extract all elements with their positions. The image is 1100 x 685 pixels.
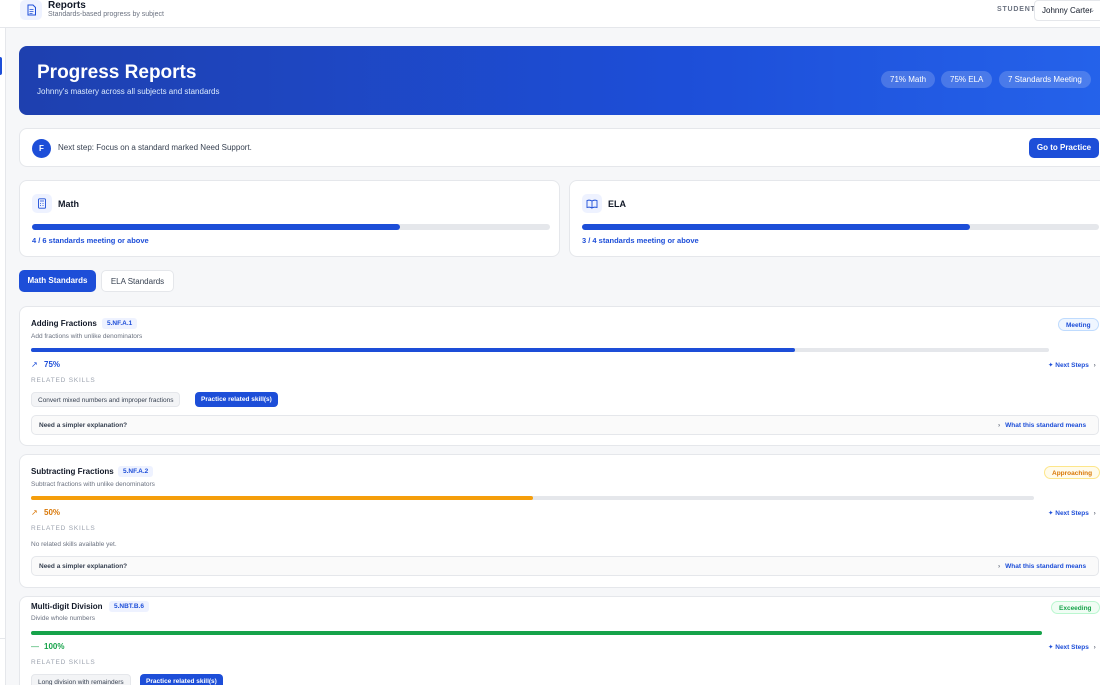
standard-progress-fill bbox=[31, 631, 1042, 635]
explanation-bar[interactable]: Need a simpler explanation? › What this s… bbox=[31, 415, 1099, 435]
chevron-right-icon: › bbox=[998, 422, 1001, 429]
ela-subject-name: ELA bbox=[608, 199, 626, 209]
standard-progress-track bbox=[31, 348, 1049, 352]
ela-percent-pill: 75% ELA bbox=[941, 71, 993, 88]
sidebar bbox=[0, 0, 6, 685]
student-name: Johnny Carter bbox=[1042, 6, 1093, 15]
avatar: F bbox=[32, 139, 51, 158]
status-badge: Exceeding bbox=[1051, 601, 1100, 614]
practice-skills-button[interactable]: Practice related skill(s) bbox=[195, 392, 278, 407]
skill-chip[interactable]: Convert mixed numbers and improper fract… bbox=[31, 392, 181, 407]
related-skills-label: RELATED SKILLS bbox=[31, 525, 96, 532]
standard-progress-fill bbox=[31, 348, 795, 352]
standards-meeting-pill: 7 Standards Meeting bbox=[999, 71, 1091, 88]
next-steps-link[interactable]: ✦ Next Steps › bbox=[1048, 643, 1096, 651]
trend-up-icon: ↗ bbox=[31, 360, 38, 369]
next-steps-label: ✦ Next Steps bbox=[1048, 362, 1089, 369]
standard-description: Divide whole numbers bbox=[31, 615, 95, 622]
standard-percent: 100% bbox=[44, 642, 65, 651]
next-step-message: Next step: Focus on a standard marked Ne… bbox=[58, 143, 252, 152]
what-standard-means-label: What this standard means bbox=[1005, 563, 1087, 570]
next-steps-link[interactable]: ✦ Next Steps › bbox=[1048, 361, 1096, 369]
chevron-down-icon: ⌄ bbox=[1089, 7, 1095, 14]
go-to-practice-button[interactable]: Go to Practice bbox=[1029, 138, 1099, 158]
hero-title: Progress Reports bbox=[37, 62, 197, 83]
sidebar-active-indicator[interactable] bbox=[0, 57, 2, 75]
hero-banner: Progress Reports Johnny's mastery across… bbox=[19, 46, 1100, 115]
report-document-icon bbox=[20, 0, 42, 20]
ela-subject-card[interactable]: ELA 3 / 4 standards meeting or above bbox=[569, 180, 1100, 257]
math-percent-pill: 71% Math bbox=[881, 71, 936, 88]
student-select[interactable]: Johnny Carter ⌄ bbox=[1034, 0, 1100, 21]
next-steps-label: ✦ Next Steps bbox=[1048, 644, 1089, 651]
standard-card-multi-digit-division: Multi-digit Division 5.NBT.B.6 Divide wh… bbox=[19, 596, 1100, 685]
standard-card-adding-fractions: Adding Fractions 5.NF.A.1 Add fractions … bbox=[19, 306, 1100, 446]
standard-code: 5.NBT.B.6 bbox=[109, 601, 149, 612]
ela-progress-track bbox=[582, 224, 1099, 230]
math-subject-card[interactable]: Math 4 / 6 standards meeting or above bbox=[19, 180, 560, 257]
standard-progress-track bbox=[31, 496, 1034, 500]
sidebar-divider bbox=[0, 638, 6, 639]
related-skills-label: RELATED SKILLS bbox=[31, 659, 96, 666]
chevron-right-icon: › bbox=[1093, 644, 1096, 651]
student-label: STUDENT bbox=[997, 6, 1036, 13]
page-subtitle: Standards-based progress by subject bbox=[48, 11, 164, 18]
standard-title: Subtracting Fractions bbox=[31, 467, 114, 476]
chevron-right-icon: › bbox=[1093, 510, 1096, 517]
explanation-bar[interactable]: Need a simpler explanation? › What this s… bbox=[31, 556, 1099, 576]
ela-standards-meta: 3 / 4 standards meeting or above bbox=[582, 236, 699, 245]
top-header: Reports Standards-based progress by subj… bbox=[0, 0, 1100, 28]
skill-chip[interactable]: Long division with remainders bbox=[31, 674, 131, 685]
chevron-right-icon: › bbox=[998, 563, 1001, 570]
math-progress-track bbox=[32, 224, 550, 230]
related-skills-label: RELATED SKILLS bbox=[31, 377, 96, 384]
status-badge: Meeting bbox=[1058, 318, 1099, 331]
standard-code: 5.NF.A.1 bbox=[102, 318, 138, 329]
need-simpler-explanation[interactable]: Need a simpler explanation? bbox=[39, 422, 127, 429]
calculator-icon bbox=[32, 194, 52, 213]
standard-progress-fill bbox=[31, 496, 533, 500]
math-standards-meta: 4 / 6 standards meeting or above bbox=[32, 236, 149, 245]
standard-percent: 75% bbox=[44, 360, 61, 369]
math-progress-fill bbox=[32, 224, 400, 230]
next-step-banner: F Next step: Focus on a standard marked … bbox=[19, 128, 1100, 167]
what-standard-means-link[interactable]: › What this standard means bbox=[998, 563, 1086, 570]
standard-description: Subtract fractions with unlike denominat… bbox=[31, 481, 155, 488]
page-title: Reports bbox=[48, 0, 86, 11]
next-steps-label: ✦ Next Steps bbox=[1048, 510, 1089, 517]
ela-progress-fill bbox=[582, 224, 970, 230]
standard-title: Multi-digit Division bbox=[31, 602, 103, 611]
next-steps-link[interactable]: ✦ Next Steps › bbox=[1048, 509, 1096, 517]
chevron-right-icon: › bbox=[1093, 362, 1096, 369]
tab-ela-standards[interactable]: ELA Standards bbox=[101, 270, 174, 292]
standard-card-subtracting-fractions: Subtracting Fractions 5.NF.A.2 Subtract … bbox=[19, 454, 1100, 588]
standard-description: Add fractions with unlike denominators bbox=[31, 333, 143, 340]
math-subject-name: Math bbox=[58, 199, 79, 209]
no-skills-message: No related skills available yet. bbox=[31, 541, 117, 548]
standard-title: Adding Fractions bbox=[31, 319, 97, 328]
standard-percent: 50% bbox=[44, 508, 61, 517]
status-badge: Approaching bbox=[1044, 466, 1100, 479]
trend-flat-icon: — bbox=[31, 642, 39, 651]
standard-code: 5.NF.A.2 bbox=[118, 466, 154, 477]
practice-skills-button[interactable]: Practice related skill(s) bbox=[140, 674, 223, 685]
standard-progress-track bbox=[31, 631, 1042, 635]
open-book-icon bbox=[582, 194, 602, 213]
what-standard-means-link[interactable]: › What this standard means bbox=[998, 422, 1086, 429]
need-simpler-explanation[interactable]: Need a simpler explanation? bbox=[39, 563, 127, 570]
trend-up-icon: ↗ bbox=[31, 508, 38, 517]
tab-math-standards[interactable]: Math Standards bbox=[19, 270, 96, 292]
hero-subtitle: Johnny's mastery across all subjects and… bbox=[37, 87, 220, 96]
what-standard-means-label: What this standard means bbox=[1005, 422, 1087, 429]
